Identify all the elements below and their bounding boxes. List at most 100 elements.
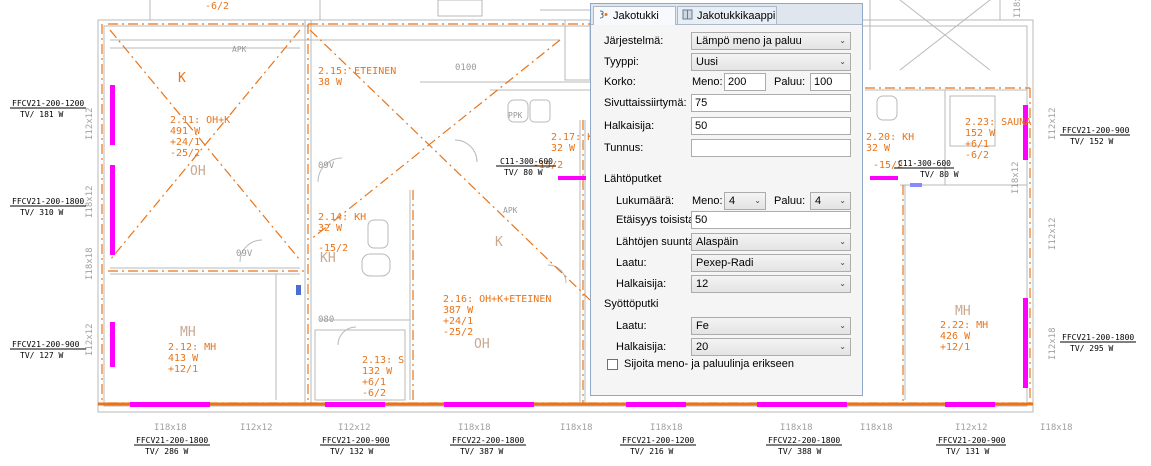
- jakotukki-icon: [598, 8, 609, 19]
- svg-text:09V: 09V: [236, 249, 253, 259]
- svg-text:TV/ 80 W: TV/ 80 W: [504, 168, 543, 177]
- lukumaara-meno-select[interactable]: 4 ⌄: [724, 192, 766, 210]
- svg-text:I18x12: I18x12: [1013, 0, 1023, 18]
- tyyppi-select[interactable]: Uusi ⌄: [691, 53, 851, 71]
- tab-jakotukki[interactable]: Jakotukki: [593, 6, 676, 25]
- sijoita-erikseen-label[interactable]: Sijoita meno- ja paluulinja erikseen: [624, 357, 794, 371]
- svg-text:2.11: OH+K491 W+24/1-25/2: 2.11: OH+K 491 W +24/1 -25/2: [170, 115, 230, 159]
- lahto-laatu-label: Laatu:: [616, 257, 647, 269]
- chevron-down-icon: ⌄: [839, 196, 846, 205]
- svg-text:TV/ 181 W: TV/ 181 W: [20, 110, 64, 119]
- svg-text:FFCV21-200-1200: FFCV21-200-1200: [12, 99, 84, 108]
- chevron-down-icon: ⌄: [754, 196, 761, 205]
- svg-text:APK: APK: [503, 206, 518, 215]
- jarjestelma-select[interactable]: Lämpö meno ja paluu ⌄: [691, 32, 851, 50]
- svg-text:I12x18: I12x18: [1048, 327, 1058, 360]
- lahtoputket-heading: Lähtöputket: [604, 173, 662, 185]
- sijoita-erikseen-checkbox[interactable]: [607, 359, 618, 370]
- svg-text:2.12: MH413 W+12/1: 2.12: MH 413 W +12/1: [168, 342, 216, 375]
- svg-text:K: K: [495, 235, 503, 250]
- sivuttaissiirtyma-label: Sivuttaissiirtymä:: [604, 97, 687, 109]
- manifold-marker: [296, 285, 301, 295]
- syotto-laatu-select[interactable]: Fe ⌄: [691, 317, 851, 335]
- svg-text:K: K: [178, 71, 186, 86]
- lukumaara-paluu-select[interactable]: 4 ⌄: [810, 192, 851, 210]
- svg-text:FFCV21-200-1200: FFCV21-200-1200: [622, 436, 694, 445]
- svg-text:I12x12: I12x12: [338, 423, 371, 433]
- svg-text:I12x12: I12x12: [85, 107, 95, 140]
- chevron-down-icon: ⌄: [839, 36, 846, 45]
- lahto-laatu-select[interactable]: Pexep-Radi ⌄: [691, 254, 851, 272]
- jarjestelma-label: Järjestelmä:: [604, 35, 664, 47]
- svg-text:I12x12: I12x12: [1048, 107, 1058, 140]
- svg-text:PPK: PPK: [508, 111, 523, 120]
- room-name: K: [178, 71, 186, 86]
- svg-text:0100: 0100: [455, 63, 477, 73]
- svg-text:TV/ 127 W: TV/ 127 W: [20, 351, 64, 360]
- chevron-down-icon: ⌄: [839, 342, 846, 351]
- lahto-halkaisija-select[interactable]: 12 ⌄: [691, 275, 851, 293]
- sivuttaissiirtyma-input[interactable]: 75: [691, 94, 851, 112]
- svg-text:-6/2: -6/2: [205, 1, 229, 12]
- korko-meno-input[interactable]: 200: [724, 73, 766, 91]
- jakotukki-form: Järjestelmä: Lämpö meno ja paluu ⌄ Tyyppi…: [591, 25, 862, 395]
- svg-text:FFCV21-200-900: FFCV21-200-900: [12, 340, 80, 349]
- svg-text:I12x12: I12x12: [1048, 217, 1058, 250]
- radiator-label: FFCV21-200-900 TV/ 132 W: [320, 436, 390, 456]
- tunnus-input[interactable]: [691, 139, 851, 157]
- jakotukkikaappi-icon: [682, 8, 693, 20]
- chevron-down-icon: ⌄: [839, 258, 846, 267]
- chevron-down-icon: ⌄: [839, 57, 846, 66]
- svg-text:C11-300-600: C11-300-600: [500, 157, 553, 166]
- radiator-label: FFCV21-200-1200 TV/ 216 W: [620, 436, 696, 456]
- radiator-label: FFCV21-200-900 TV/ 131 W: [936, 436, 1006, 456]
- svg-text:I12x12: I12x12: [955, 423, 988, 433]
- radiator-label: FFCV22-200-1800 TV/ 388 W: [766, 436, 842, 456]
- svg-text:2.15: ETEINEN38 W: 2.15: ETEINEN 38 W: [318, 66, 396, 88]
- svg-text:2.16: OH+K+ETEINEN387 W+24/1-2: 2.16: OH+K+ETEINEN 387 W +24/1 -25/2: [443, 294, 551, 338]
- korko-paluu-label: Paluu:: [774, 76, 806, 88]
- syottoputki-heading: Syöttöputki: [604, 298, 659, 310]
- svg-text:TV/ 310 W: TV/ 310 W: [20, 208, 64, 217]
- tab-jakotukkikaappi[interactable]: Jakotukkikaappi: [677, 6, 777, 24]
- svg-text:OH: OH: [190, 164, 206, 179]
- radiator-label: C11-300-600 TV/ 80 W: [894, 159, 959, 179]
- floor-plan-canvas[interactable]: K 2.11: OH+K 491 W +24/1 -25/2 OH 2.15: ETE…: [0, 0, 1151, 466]
- svg-text:I18x12: I18x12: [85, 185, 95, 218]
- etaisyys-label: Etäisyys toisista:: [616, 214, 698, 226]
- syotto-halkaisija-label: Halkaisija:: [616, 341, 667, 353]
- svg-text:I18x18: I18x18: [780, 423, 813, 433]
- radiator-label: FFCV21-200-900 TV/ 127 W: [10, 340, 86, 360]
- svg-text:I12x12: I12x12: [240, 423, 273, 433]
- svg-text:TV/ 388 W: TV/ 388 W: [778, 447, 822, 456]
- svg-text:TV/ 132 W: TV/ 132 W: [330, 447, 374, 456]
- korko-paluu-input[interactable]: 100: [810, 73, 851, 91]
- svg-text:2.23: SAUNA152 W+6/1-6/2: 2.23: SAUNA 152 W +6/1 -6/2: [965, 117, 1031, 161]
- svg-text:I18x18: I18x18: [458, 423, 491, 433]
- svg-text:TV/ 295 W: TV/ 295 W: [1070, 344, 1114, 353]
- svg-text:FFCV21-200-1800: FFCV21-200-1800: [12, 197, 84, 206]
- svg-text:C11-300-600: C11-300-600: [898, 159, 951, 168]
- svg-text:2.14: KH32 W-15/2: 2.14: KH 32 W -15/2: [318, 212, 366, 254]
- svg-text:TV/ 131 W: TV/ 131 W: [946, 447, 990, 456]
- lukumaara-paluu-label: Paluu:: [774, 195, 806, 207]
- svg-text:I18x18: I18x18: [1040, 423, 1073, 433]
- svg-text:I18x18: I18x18: [650, 423, 683, 433]
- etaisyys-input[interactable]: 50: [691, 211, 851, 229]
- svg-text:KH: KH: [320, 251, 336, 266]
- tyyppi-label: Tyyppi:: [604, 56, 639, 68]
- svg-text:MH: MH: [180, 325, 196, 340]
- manifold-marker: [910, 183, 922, 187]
- tunnus-label: Tunnus:: [604, 142, 644, 154]
- svg-text:FFCV22-200-1800: FFCV22-200-1800: [452, 436, 524, 445]
- chevron-down-icon: ⌄: [839, 321, 846, 330]
- svg-text:FFCV21-200-900: FFCV21-200-900: [938, 436, 1006, 445]
- svg-text:OH: OH: [474, 337, 490, 352]
- halkaisija-label: Halkaisija:: [604, 120, 655, 132]
- lahtojen-suunta-select[interactable]: Alaspäin ⌄: [691, 233, 851, 251]
- syotto-halkaisija-select[interactable]: 20 ⌄: [691, 338, 851, 356]
- halkaisija-input[interactable]: 50: [691, 117, 851, 135]
- svg-text:2.22: MH426 W+12/1: 2.22: MH 426 W +12/1: [940, 320, 988, 353]
- radiator-label: FFCV21-200-900 TV/ 152 W: [1060, 126, 1130, 146]
- syotto-laatu-label: Laatu:: [616, 320, 647, 332]
